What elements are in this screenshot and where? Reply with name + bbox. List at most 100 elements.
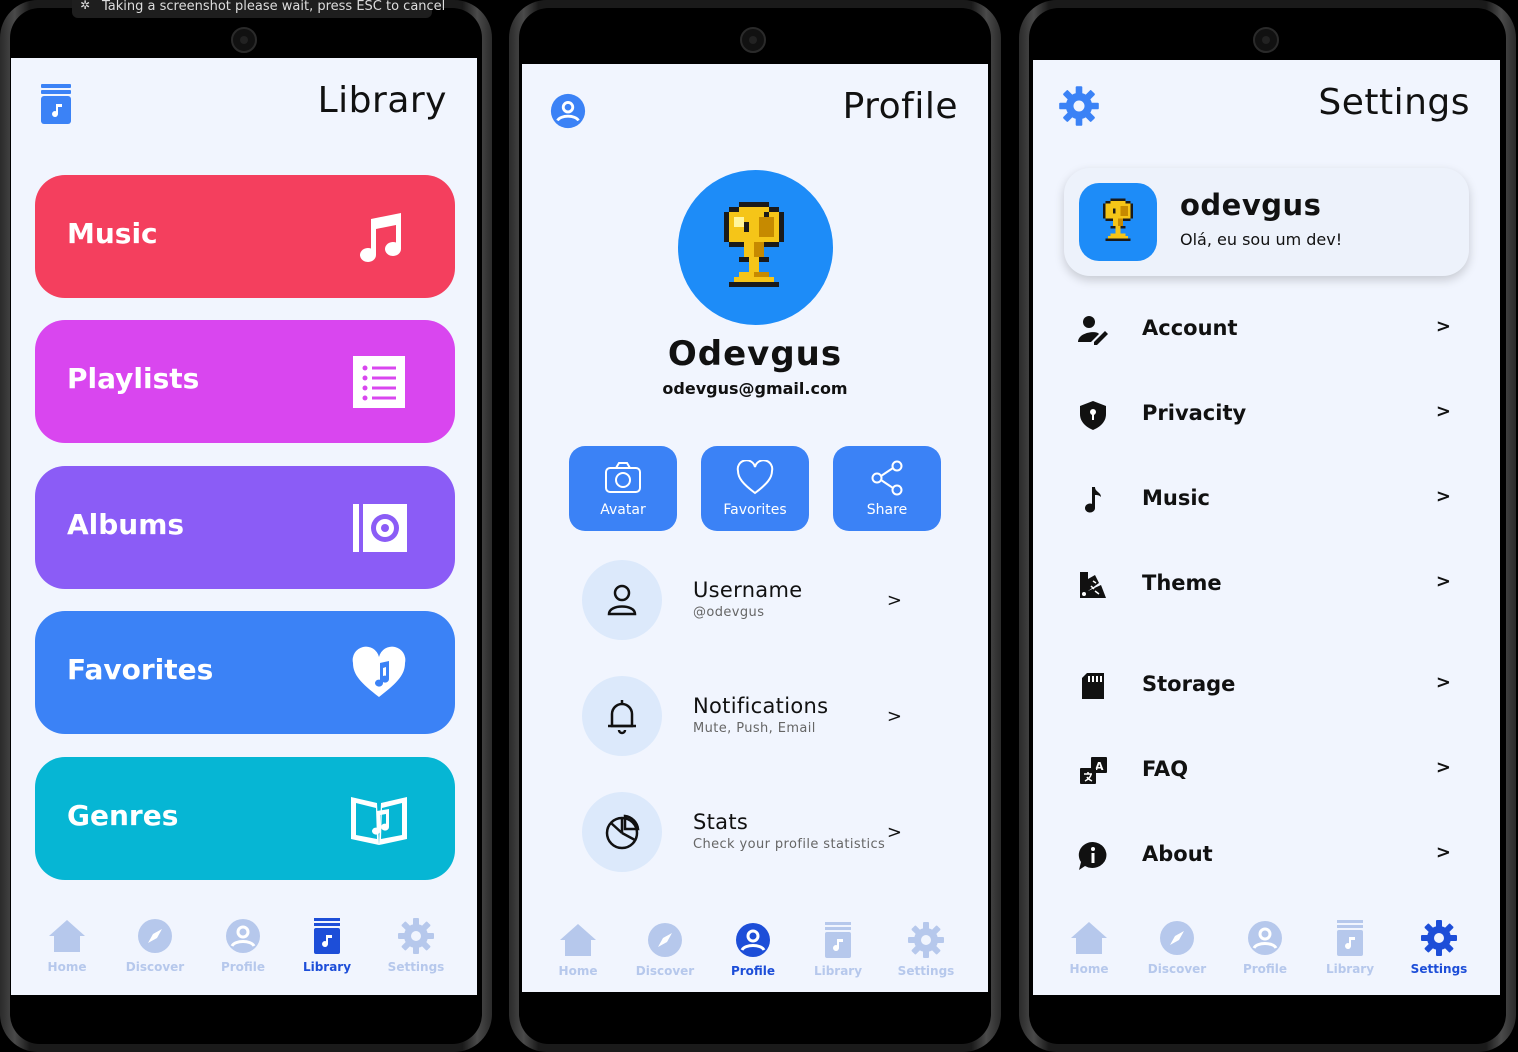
library-icon (314, 918, 340, 954)
action-label: Favorites (723, 502, 787, 518)
row-subtitle: @odevgus (693, 605, 765, 620)
nav-library[interactable]: Library (1310, 918, 1390, 976)
spinner-icon: ✲ (80, 0, 91, 12)
phone-profile: Profile Odevgus odevgus@gmail.com Avatar… (509, 0, 1001, 1052)
avatar (1079, 183, 1157, 261)
library-header-icon[interactable] (38, 84, 78, 126)
row-icon-bg (582, 560, 662, 640)
card-label: Albums (67, 508, 185, 541)
row-subtitle: Mute, Push, Email (693, 721, 816, 736)
profile-email: odevgus@gmail.com (662, 379, 848, 398)
nav-discover[interactable]: Discover (1137, 918, 1217, 976)
library-card-favorites[interactable]: Favorites (35, 611, 455, 734)
page-title: Profile (842, 86, 958, 127)
nav-label: Library (302, 960, 352, 974)
chevron-right-icon: > (1435, 486, 1451, 507)
row-subtitle: Check your profile statistics (693, 837, 886, 852)
nav-profile[interactable]: Profile (713, 920, 793, 978)
settings-item-music[interactable]: Music > (1073, 480, 1463, 520)
info-icon (1078, 841, 1107, 870)
chevron-right-icon: > (886, 590, 902, 611)
library-card-music[interactable]: Music (35, 175, 455, 298)
share-button[interactable]: Share (833, 446, 941, 531)
settings-screen: Settings odevgus Olá, eu sou um dev! Acc… (1033, 60, 1500, 995)
row-title: Username (693, 578, 803, 602)
nav-home[interactable]: Home (27, 916, 107, 974)
front-camera (740, 27, 766, 53)
bell-icon (608, 700, 636, 735)
avatar[interactable] (678, 170, 833, 325)
nav-label: Settings (387, 960, 445, 974)
nav-label: Profile (1242, 962, 1288, 976)
item-label: About (1142, 842, 1213, 866)
nav-discover[interactable]: Discover (115, 916, 195, 974)
nav-profile[interactable]: Profile (1225, 918, 1305, 976)
chevron-right-icon: > (1435, 571, 1451, 592)
nav-label: Discover (125, 960, 185, 974)
nav-home[interactable]: Home (538, 920, 618, 978)
music-note-icon (360, 213, 401, 262)
settings-header-gear-icon[interactable] (1057, 84, 1101, 128)
card-label: Playlists (67, 362, 200, 395)
nav-settings[interactable]: Settings (886, 920, 966, 978)
favorites-button[interactable]: Favorites (701, 446, 809, 531)
item-label: Music (1142, 486, 1210, 510)
chevron-right-icon: > (1435, 842, 1451, 863)
chevron-right-icon: > (1435, 672, 1451, 693)
profile-name: Odevgus (667, 334, 843, 374)
nav-label: Library (1325, 962, 1375, 976)
profile-icon (736, 923, 770, 957)
screenshot-toast: ✲ Taking a screenshot please wait, press… (72, 0, 445, 18)
nav-profile[interactable]: Profile (203, 916, 283, 974)
avatar-button[interactable]: Avatar (569, 446, 677, 531)
sd-card-icon (1082, 673, 1104, 699)
row-icon-bg (582, 792, 662, 872)
compass-icon (648, 923, 682, 957)
nav-settings[interactable]: Settings (376, 916, 456, 974)
svg-text:A: A (1095, 760, 1104, 773)
profile-header-icon[interactable] (549, 92, 587, 130)
settings-item-storage[interactable]: Storage > (1073, 666, 1463, 706)
nav-label: Profile (730, 964, 776, 978)
settings-item-faq[interactable]: A FAQ > (1073, 751, 1463, 791)
user-card[interactable]: odevgus Olá, eu sou um dev! (1064, 168, 1469, 276)
row-icon-bg (582, 676, 662, 756)
item-label: FAQ (1142, 757, 1189, 781)
action-label: Share (866, 502, 908, 518)
card-label: Favorites (67, 653, 214, 686)
nav-home[interactable]: Home (1049, 918, 1129, 976)
item-label: Theme (1142, 571, 1222, 595)
library-icon (1337, 920, 1363, 956)
compass-icon (1160, 921, 1194, 955)
user-icon (607, 584, 637, 616)
username-row[interactable]: Username @odevgus > (582, 560, 922, 644)
chevron-right-icon: > (1435, 401, 1451, 422)
compass-icon (138, 919, 172, 953)
gear-icon (908, 922, 944, 958)
nav-label: Home (558, 964, 598, 978)
settings-item-theme[interactable]: Theme > (1073, 565, 1463, 605)
settings-item-about[interactable]: About > (1073, 836, 1463, 876)
notifications-row[interactable]: Notifications Mute, Push, Email > (582, 676, 922, 760)
chevron-right-icon: > (1435, 757, 1451, 778)
nav-discover[interactable]: Discover (625, 920, 705, 978)
pixel-trophy-icon (1103, 198, 1133, 241)
library-card-albums[interactable]: Albums (35, 466, 455, 589)
chevron-right-icon: > (886, 822, 902, 843)
translate-icon: A (1080, 757, 1107, 784)
front-camera (231, 27, 257, 53)
pie-chart-icon (605, 814, 640, 850)
library-card-genres[interactable]: Genres (35, 757, 455, 880)
library-screen: Library Music Playlists Albums Favorites… (11, 58, 477, 995)
nav-library[interactable]: Library (798, 920, 878, 978)
item-label: Account (1142, 316, 1238, 340)
stats-row[interactable]: Stats Check your profile statistics > (582, 792, 922, 876)
library-card-playlists[interactable]: Playlists (35, 320, 455, 443)
nav-settings[interactable]: Settings (1399, 918, 1479, 976)
settings-item-account[interactable]: Account > (1073, 310, 1463, 350)
music-note-icon (1085, 487, 1101, 513)
pixel-trophy-icon (724, 202, 784, 287)
nav-library[interactable]: Library (287, 916, 367, 974)
settings-item-privacity[interactable]: Privacity > (1073, 395, 1463, 435)
bottom-nav: Home Discover Profile Library Settings (522, 920, 988, 992)
